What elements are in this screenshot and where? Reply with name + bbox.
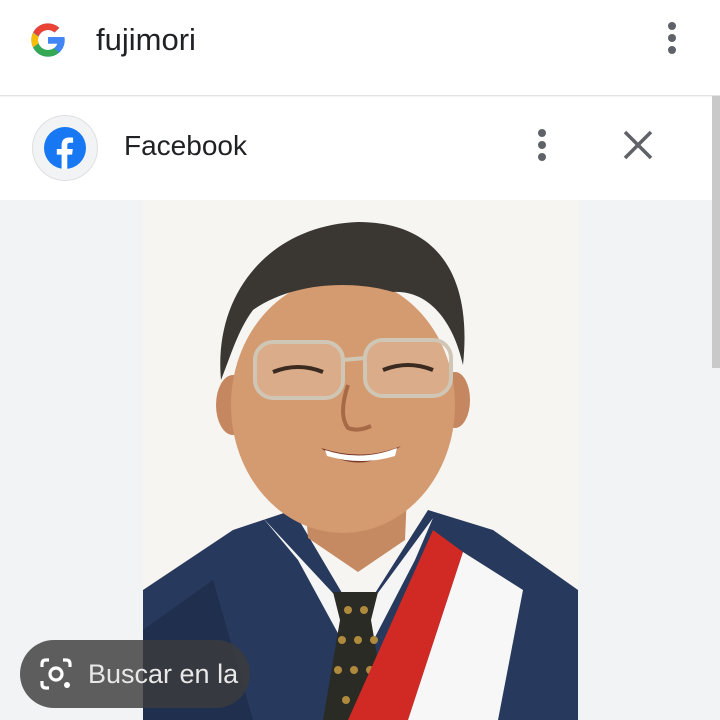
- search-query[interactable]: fujimori: [96, 22, 196, 58]
- lens-search-button[interactable]: Buscar en la: [20, 640, 250, 708]
- close-icon[interactable]: [620, 127, 656, 163]
- lens-search-label: Buscar en la: [88, 659, 239, 689]
- search-bar[interactable]: fujimori: [0, 0, 720, 96]
- source-more-options-icon[interactable]: [537, 129, 547, 169]
- lens-icon: [40, 658, 72, 690]
- source-favicon[interactable]: [32, 115, 98, 181]
- scrollbar[interactable]: [712, 96, 720, 368]
- more-options-icon[interactable]: [667, 22, 677, 62]
- source-site-name[interactable]: Facebook: [124, 130, 247, 162]
- google-g-icon: [31, 23, 65, 57]
- source-header: Facebook: [0, 97, 720, 200]
- facebook-icon: [44, 127, 86, 169]
